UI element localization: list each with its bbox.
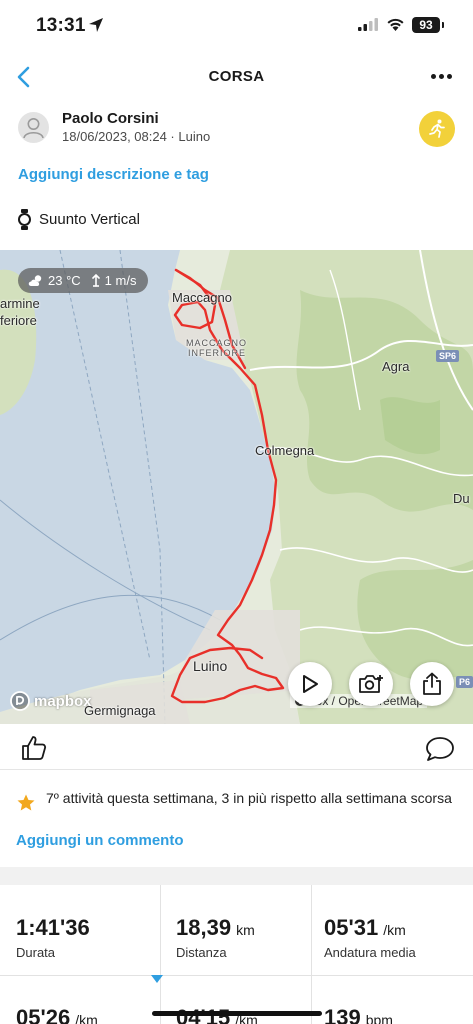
comment-button[interactable] <box>425 736 455 767</box>
map-label-maccagno-inferiore-2: INFERIORE <box>188 348 247 358</box>
section-divider <box>0 867 473 885</box>
device-name: Suunto Vertical <box>39 210 140 228</box>
home-indicator[interactable] <box>152 1011 322 1016</box>
social-actions <box>0 724 473 770</box>
stats-grid: 1:41'36 Durata 18,39 km Distanza 05'31/km… <box>0 885 473 1024</box>
map-label-colmegna: Colmegna <box>255 443 315 458</box>
add-comment-link[interactable]: Aggiungi un commento <box>16 832 183 849</box>
achievement-note: 7º attività questa settimana, 3 in più r… <box>16 790 456 811</box>
map-label-armine: armine <box>0 296 40 311</box>
temperature-value: 23 °C <box>48 273 81 288</box>
page-title: CORSA <box>208 68 265 85</box>
play-route-button[interactable] <box>288 662 332 706</box>
map-label-du: Du <box>453 491 470 506</box>
user-placeholder-icon <box>23 118 44 139</box>
partly-cloudy-icon <box>28 275 42 286</box>
achievement-text: 7º attività questa settimana, 3 in più r… <box>46 790 452 806</box>
activity-header: Paolo Corsini 18/06/2023, 08:24 · Luino <box>0 108 473 148</box>
stat-label: Andatura media <box>324 945 416 960</box>
status-bar: 13:31 93 <box>0 0 473 54</box>
stat-unit: /km <box>75 1012 98 1024</box>
more-dot-icon <box>438 73 444 79</box>
mapbox-logo-icon <box>10 691 30 711</box>
nav-bar: CORSA <box>0 54 473 100</box>
stat-value: 05'31 <box>324 915 379 940</box>
like-button[interactable] <box>20 734 48 767</box>
wind-value: 1 m/s <box>104 273 137 288</box>
thumbs-up-icon <box>22 736 47 760</box>
mapbox-logo-text: mapbox <box>34 692 92 710</box>
stat-unit: km <box>236 922 255 938</box>
stat-average-pace[interactable]: 05'31/km Andatura media <box>324 915 416 960</box>
stat-unit: bpm <box>365 1012 393 1024</box>
add-description-link[interactable]: Aggiungi descrizione e tag <box>18 166 209 183</box>
map-label-luino: Luino <box>193 658 228 674</box>
more-options-button[interactable] <box>427 64 455 88</box>
star-icon <box>17 794 35 811</box>
map-label-maccagno: Maccagno <box>172 290 232 305</box>
stat-value: 1:41'36 <box>16 915 90 940</box>
stat-label: Distanza <box>176 945 227 960</box>
location-arrow-icon <box>89 18 103 32</box>
map-label-feriore: feriore <box>0 313 37 328</box>
weather-chip: 23 °C 1 m/s <box>18 268 149 293</box>
battery-indicator: 93 <box>412 17 444 33</box>
stat-value: 139 <box>324 1005 361 1024</box>
activity-datetime-location: 18/06/2023, 08:24 · Luino <box>62 129 211 144</box>
stat-unit: /km <box>383 922 406 938</box>
add-photo-button[interactable] <box>349 662 393 706</box>
stats-divider <box>0 975 473 976</box>
more-dot-icon <box>430 73 436 79</box>
stat-pace-2[interactable]: 05'26/km <box>16 1005 98 1024</box>
map-canvas <box>0 250 473 724</box>
more-dot-icon <box>446 73 452 79</box>
map-label-maccagno-inferiore-1: MACCAGNO <box>186 338 248 348</box>
activity-type-badge <box>419 111 455 147</box>
road-badge-p6: P6 <box>456 676 473 688</box>
speech-bubble-icon <box>426 737 454 761</box>
device-row: Suunto Vertical <box>18 208 140 230</box>
selection-marker <box>151 975 163 983</box>
cellular-signal-icon <box>358 18 378 31</box>
stat-duration[interactable]: 1:41'36 Durata <box>16 915 95 960</box>
stats-divider <box>160 885 161 1024</box>
share-icon <box>423 672 441 695</box>
watch-icon <box>18 208 31 230</box>
stat-value: 18,39 <box>176 915 232 940</box>
stat-distance[interactable]: 18,39 km Distanza <box>176 915 255 960</box>
share-button[interactable] <box>410 662 454 706</box>
wind-arrow-icon <box>91 274 100 287</box>
status-time: 13:31 <box>36 15 86 36</box>
play-icon <box>303 675 318 693</box>
map-label-agra: Agra <box>382 359 410 374</box>
avatar[interactable] <box>18 112 49 143</box>
stat-value: 05'26 <box>16 1005 71 1024</box>
stat-heart-rate[interactable]: 139 bpm <box>324 1005 393 1024</box>
mapbox-logo[interactable]: mapbox <box>10 691 92 711</box>
stats-divider <box>311 885 312 1024</box>
map-label-germignaga: Germignaga <box>84 703 156 718</box>
user-name[interactable]: Paolo Corsini <box>62 110 159 127</box>
camera-plus-icon <box>359 675 383 693</box>
stat-label: Durata <box>16 945 56 960</box>
wifi-icon <box>387 18 404 31</box>
road-badge-sp6: SP6 <box>436 350 460 362</box>
route-map[interactable]: Maccagno MACCAGNO INFERIORE Agra Colmegn… <box>0 250 473 724</box>
running-icon <box>429 119 445 138</box>
